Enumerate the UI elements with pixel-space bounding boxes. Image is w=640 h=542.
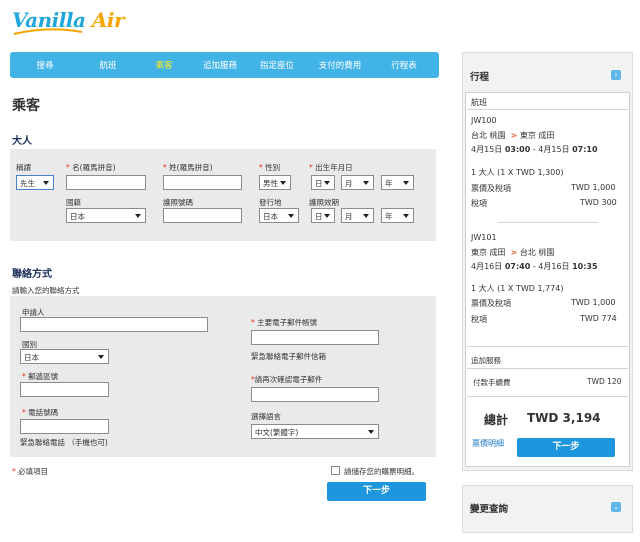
pax-line: 1 大人 (1 X TWD 1,300) xyxy=(471,168,564,177)
fare-value: TWD 1,000 xyxy=(571,298,616,307)
tax-value: TWD 774 xyxy=(580,314,617,323)
itinerary-title: 行程 xyxy=(470,72,490,83)
vanilla-air-logo[interactable]: Vanilla Air xyxy=(12,6,125,38)
email-confirm-label: *請再次確認電子郵件 xyxy=(251,375,323,384)
progress-nav-bar: 搜尋 航班 乘客 追加服務 指定座位 支付的費用 行程表 xyxy=(10,52,439,78)
divider xyxy=(467,346,628,347)
first-name-label: * 名(羅馬拼音) xyxy=(66,163,116,172)
fee-label: 付款手續費 xyxy=(473,378,511,387)
tax-label: 稅項 xyxy=(471,199,487,208)
tax-label: 稅項 xyxy=(471,315,487,324)
nationality-select[interactable]: 日本 xyxy=(66,208,146,223)
title-label: 稱謂 xyxy=(16,163,31,172)
last-name-label: * 姓(羅馬拼音) xyxy=(163,163,213,172)
fare-label: 票價及稅項 xyxy=(471,299,511,308)
adult-heading: 大人 xyxy=(12,136,32,147)
country-select[interactable]: 日本 xyxy=(20,349,109,364)
total-label: 總計 xyxy=(484,413,509,427)
flight-number: JW101 xyxy=(471,233,497,242)
extras-label: 追加服務 xyxy=(471,356,501,365)
flight-time: 4月16日 07:40 - 4月16日 10:35 xyxy=(471,262,598,271)
flight-route: 東京 成田 > 台北 桃園 xyxy=(471,248,555,257)
dob-year-select[interactable]: 年 xyxy=(381,175,414,190)
email-label: * 主要電子郵件帳號 xyxy=(251,318,318,327)
title-select[interactable]: 先生 xyxy=(16,175,54,190)
flight-route: 台北 桃園 > 東京 成田 xyxy=(471,131,555,140)
logo-accent-text: Air xyxy=(91,8,125,32)
passport-label: 護照號碼 xyxy=(163,198,193,207)
fee-value: TWD 120 xyxy=(587,377,622,386)
dob-day-select[interactable]: 日 xyxy=(311,175,335,190)
pax-line: 1 大人 (1 X TWD 1,774) xyxy=(471,284,564,293)
change-query-title: 變更查詢 xyxy=(470,504,509,515)
nationality-label: 國籍 xyxy=(66,198,81,207)
nav-step-passengers[interactable]: 乘客 xyxy=(136,59,192,71)
gender-label: * 性別 xyxy=(259,163,281,172)
next-button[interactable]: 下一步 xyxy=(327,482,426,501)
sidebar-next-button[interactable]: 下一步 xyxy=(517,438,615,457)
nav-step-extras[interactable]: 追加服務 xyxy=(192,59,248,71)
language-label: 選擇語言 xyxy=(251,412,281,421)
required-note: * 必填項目 xyxy=(12,467,49,476)
save-details-checkbox[interactable] xyxy=(331,466,340,475)
contact-subtitle: 請輸入您的聯絡方式 xyxy=(12,286,80,295)
email-note: 緊急聯絡電子郵件信箱 xyxy=(251,352,326,361)
applicant-input[interactable] xyxy=(20,317,208,332)
email-input[interactable] xyxy=(251,330,379,345)
fare-details-link[interactable]: 票價明細 xyxy=(472,438,504,449)
logo-swoosh-icon xyxy=(13,28,83,35)
language-select[interactable]: 中文(繁體字) xyxy=(251,424,379,439)
first-name-input[interactable] xyxy=(66,175,146,190)
chevron-right-icon[interactable]: › xyxy=(611,70,621,80)
nav-step-seats[interactable]: 指定座位 xyxy=(248,59,306,71)
divider xyxy=(467,396,628,397)
save-details-label: 請儲存您的購票明細。 xyxy=(344,467,419,476)
expiry-day-select[interactable]: 日 xyxy=(311,208,335,223)
gender-select[interactable]: 男性 xyxy=(259,175,291,190)
expiry-label: 護照效期 xyxy=(309,198,339,207)
expiry-month-select[interactable]: 月 xyxy=(341,208,374,223)
email-confirm-input[interactable] xyxy=(251,387,379,402)
chevron-down-icon[interactable]: ⌄ xyxy=(611,502,621,512)
page-title: 乘客 xyxy=(12,98,40,114)
nav-step-itinerary[interactable]: 行程表 xyxy=(374,59,434,71)
flight-time: 4月15日 03:00 - 4月15日 07:10 xyxy=(471,145,598,154)
fare-label: 票價及稅項 xyxy=(471,184,511,193)
divider xyxy=(498,222,598,223)
passport-input[interactable] xyxy=(163,208,242,223)
phone-note: 緊急聯絡電話 （手機也可) xyxy=(20,438,108,447)
divider xyxy=(467,368,628,369)
issuing-label: 發行地 xyxy=(259,198,282,207)
postal-input[interactable] xyxy=(20,382,109,397)
nav-step-payment[interactable]: 支付的費用 xyxy=(306,59,374,71)
last-name-input[interactable] xyxy=(163,175,242,190)
tax-value: TWD 300 xyxy=(580,198,617,207)
nav-step-search[interactable]: 搜尋 xyxy=(10,59,80,71)
dob-month-select[interactable]: 月 xyxy=(341,175,374,190)
divider xyxy=(467,109,628,110)
total-value: TWD 3,194 xyxy=(527,411,601,425)
phone-label: * 電話號碼 xyxy=(22,408,59,417)
flight-section-label: 航班 xyxy=(471,98,487,107)
issuing-select[interactable]: 日本 xyxy=(259,208,299,223)
contact-heading: 聯絡方式 xyxy=(12,269,52,280)
fare-value: TWD 1,000 xyxy=(571,183,616,192)
dob-label: * 出生年月日 xyxy=(309,163,353,172)
postal-label: * 郵遞區號 xyxy=(22,372,59,381)
expiry-year-select[interactable]: 年 xyxy=(381,208,414,223)
flight-number: JW100 xyxy=(471,116,497,125)
phone-input[interactable] xyxy=(20,419,109,434)
nav-step-flights[interactable]: 航班 xyxy=(80,59,136,71)
